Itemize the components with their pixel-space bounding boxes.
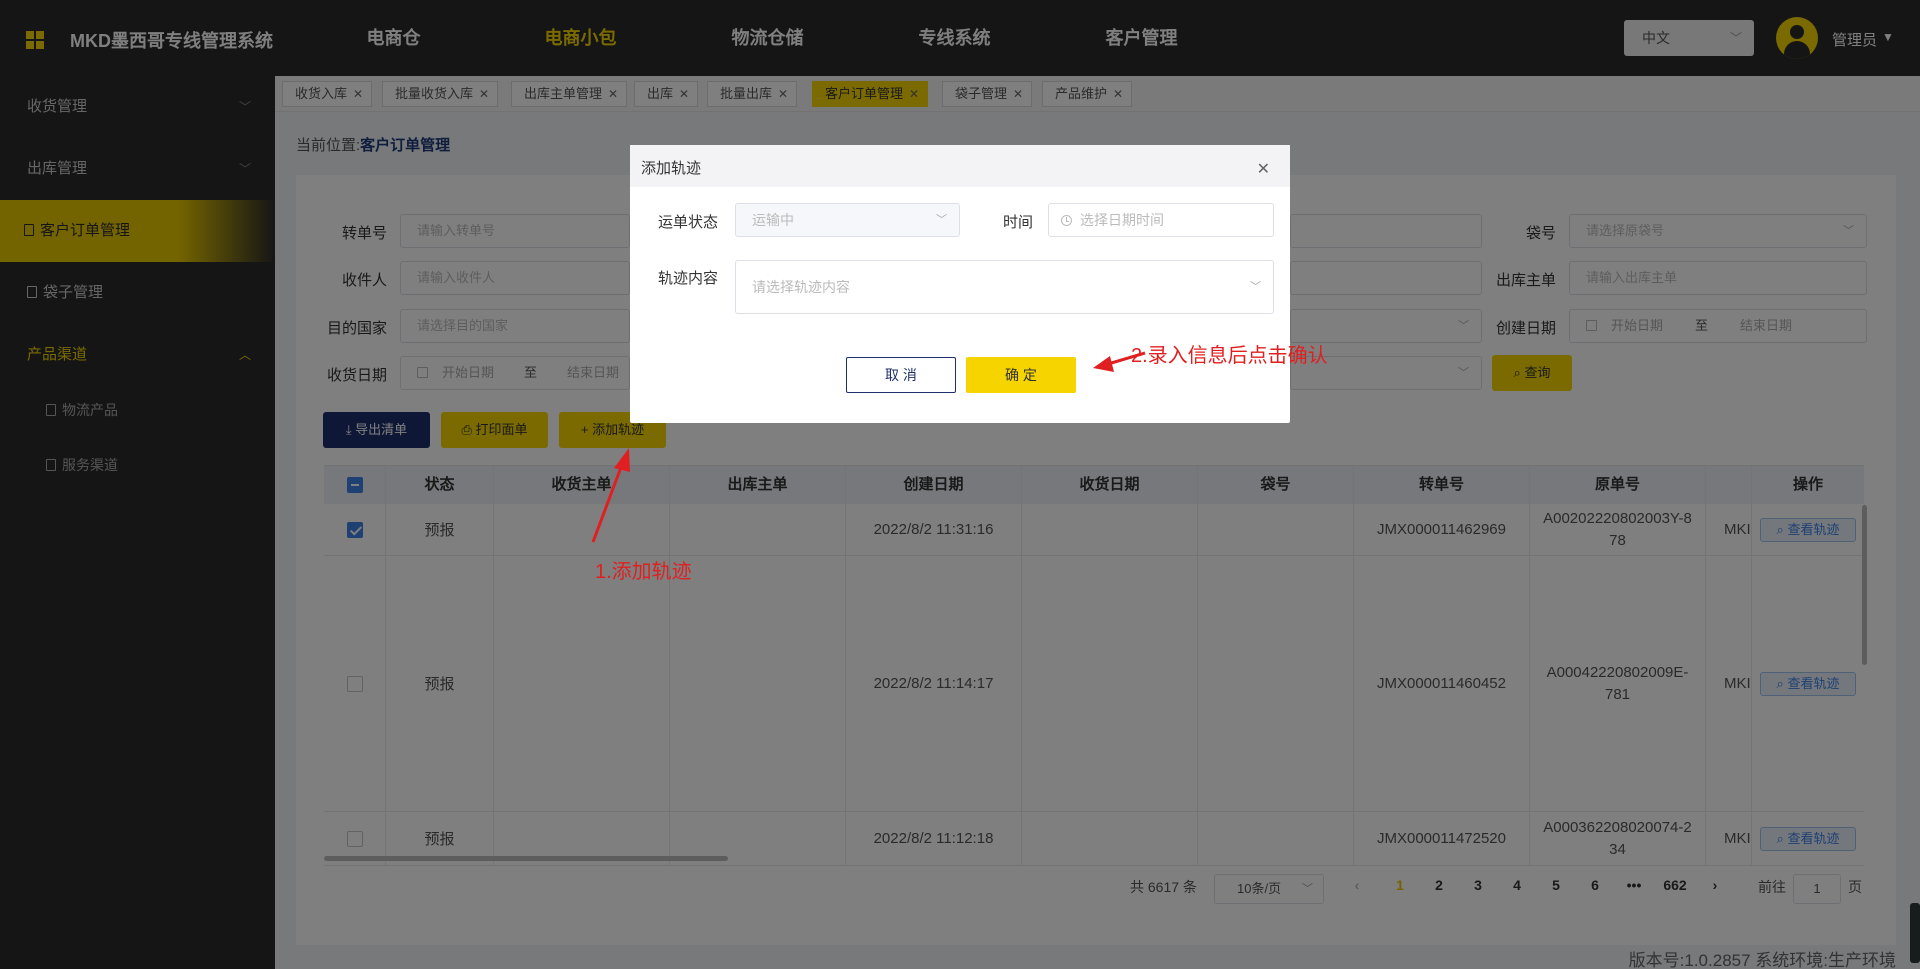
annotation-step2-text: 2.录入信息后点击确认 xyxy=(1131,345,1328,367)
annotation-arrows xyxy=(591,351,1146,543)
annotation-step1-text: 1.添加轨迹 xyxy=(595,561,692,583)
annotation-arrow-step1 xyxy=(591,448,630,543)
